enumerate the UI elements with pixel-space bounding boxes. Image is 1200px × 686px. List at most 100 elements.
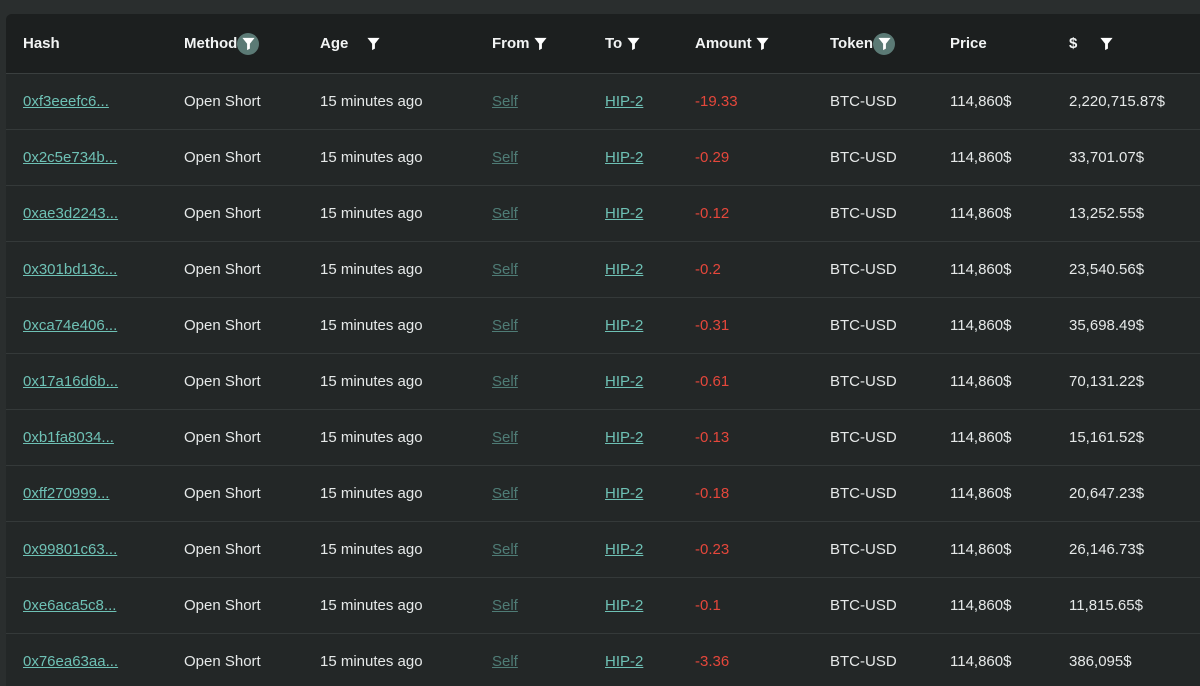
from-link[interactable]: Self	[492, 485, 518, 502]
to-link[interactable]: HIP-2	[605, 317, 643, 334]
price-cell: 114,860$	[950, 205, 1012, 222]
hash-column-cell: 0xae3d2243...	[23, 186, 118, 241]
age-filter-icon[interactable]	[362, 33, 384, 55]
from-link[interactable]: Self	[492, 597, 518, 614]
age-column-cell: 15 minutes ago	[320, 522, 423, 577]
from-link[interactable]: Self	[492, 429, 518, 446]
to-link[interactable]: HIP-2	[605, 261, 643, 278]
age-column-cell: 15 minutes ago	[320, 410, 423, 465]
to-column-cell: HIP-2	[605, 634, 643, 686]
usd-column-cell: 26,146.73$	[1069, 522, 1144, 577]
amount-cell: -0.13	[695, 429, 730, 446]
token-cell: BTC-USD	[830, 541, 897, 558]
from-link[interactable]: Self	[492, 541, 518, 558]
to-link[interactable]: HIP-2	[605, 541, 643, 558]
table-row[interactable]: 0xca74e406... Open Short 15 minutes ago Sel…	[6, 298, 1200, 354]
age-cell: 15 minutes ago	[320, 205, 423, 222]
token-cell: BTC-USD	[830, 149, 897, 166]
token-cell: BTC-USD	[830, 597, 897, 614]
method-cell: Open Short	[184, 261, 261, 278]
header-to: To	[605, 14, 644, 73]
usd-filter-icon[interactable]	[1095, 33, 1117, 55]
from-link[interactable]: Self	[492, 205, 518, 222]
amount-column-cell: -0.13	[695, 410, 729, 465]
table-row[interactable]: 0x17a16d6b... Open Short 15 minutes ago Sel…	[6, 354, 1200, 410]
from-link[interactable]: Self	[492, 149, 518, 166]
from-column-cell: Self	[492, 130, 518, 185]
from-link[interactable]: Self	[492, 653, 518, 670]
table-row[interactable]: 0xf3eeefc6... Open Short 15 minutes ago Sel…	[6, 74, 1200, 130]
usd-cell: 386,095$	[1069, 653, 1132, 670]
from-link[interactable]: Self	[492, 317, 518, 334]
hash-link[interactable]: 0xff270999...	[23, 485, 109, 502]
amount-column-cell: -0.1	[695, 578, 721, 633]
header-price-label: Price	[950, 35, 987, 52]
method-column-cell: Open Short	[184, 466, 261, 521]
transactions-table: Hash Method Age From To Amount Token Pri…	[6, 14, 1200, 686]
method-column-cell: Open Short	[184, 578, 261, 633]
to-link[interactable]: HIP-2	[605, 653, 643, 670]
price-column-cell: 114,860$	[950, 74, 1011, 129]
price-column-cell: 114,860$	[950, 522, 1011, 577]
table-row[interactable]: 0x99801c63... Open Short 15 minutes ago Sel…	[6, 522, 1200, 578]
token-cell: BTC-USD	[830, 485, 897, 502]
from-column-cell: Self	[492, 242, 518, 297]
to-filter-icon[interactable]	[622, 33, 644, 55]
from-column-cell: Self	[492, 522, 518, 577]
to-link[interactable]: HIP-2	[605, 93, 643, 110]
table-row[interactable]: 0xff270999... Open Short 15 minutes ago Sel…	[6, 466, 1200, 522]
token-filter-icon[interactable]	[873, 32, 896, 55]
to-link[interactable]: HIP-2	[605, 373, 643, 390]
hash-link[interactable]: 0xae3d2243...	[23, 205, 118, 222]
age-column-cell: 15 minutes ago	[320, 578, 423, 633]
amount-column-cell: -19.33	[695, 74, 738, 129]
header-usd-label: $	[1069, 35, 1078, 52]
header-token-label: Token	[830, 35, 874, 52]
hash-link[interactable]: 0x99801c63...	[23, 541, 117, 558]
hash-link[interactable]: 0xb1fa8034...	[23, 429, 114, 446]
table-row[interactable]: 0xae3d2243... Open Short 15 minutes ago Sel…	[6, 186, 1200, 242]
table-row[interactable]: 0x76ea63aa... Open Short 15 minutes ago Sel…	[6, 634, 1200, 686]
to-link[interactable]: HIP-2	[605, 429, 643, 446]
hash-link[interactable]: 0x76ea63aa...	[23, 653, 118, 670]
usd-column-cell: 386,095$	[1069, 634, 1132, 686]
usd-cell: 70,131.22$	[1069, 373, 1145, 390]
header-hash: Hash	[23, 14, 60, 73]
hash-link[interactable]: 0xca74e406...	[23, 317, 117, 334]
hash-link[interactable]: 0x17a16d6b...	[23, 373, 118, 390]
from-link[interactable]: Self	[492, 373, 518, 390]
to-link[interactable]: HIP-2	[605, 485, 643, 502]
method-cell: Open Short	[184, 485, 261, 502]
hash-column-cell: 0xf3eeefc6...	[23, 74, 109, 129]
hash-link[interactable]: 0x301bd13c...	[23, 261, 117, 278]
method-cell: Open Short	[184, 93, 261, 110]
to-column-cell: HIP-2	[605, 242, 643, 297]
hash-link[interactable]: 0xf3eeefc6...	[23, 93, 109, 110]
to-link[interactable]: HIP-2	[605, 149, 643, 166]
from-link[interactable]: Self	[492, 261, 518, 278]
to-link[interactable]: HIP-2	[605, 205, 643, 222]
table-row[interactable]: 0xe6aca5c8... Open Short 15 minutes ago Sel…	[6, 578, 1200, 634]
amount-filter-icon[interactable]	[752, 33, 774, 55]
header-method-label: Method	[184, 35, 238, 52]
price-column-cell: 114,860$	[950, 242, 1011, 297]
hash-link[interactable]: 0xe6aca5c8...	[23, 597, 116, 614]
from-link[interactable]: Self	[492, 93, 518, 110]
hash-link[interactable]: 0x2c5e734b...	[23, 149, 117, 166]
table-row[interactable]: 0xb1fa8034... Open Short 15 minutes ago Sel…	[6, 410, 1200, 466]
to-column-cell: HIP-2	[605, 578, 643, 633]
token-cell: BTC-USD	[830, 429, 897, 446]
price-column-cell: 114,860$	[950, 298, 1011, 353]
token-column-cell: BTC-USD	[830, 74, 897, 129]
usd-cell: 33,701.07$	[1069, 149, 1145, 166]
method-filter-icon[interactable]	[237, 32, 260, 55]
token-column-cell: BTC-USD	[830, 186, 897, 241]
from-filter-icon[interactable]	[530, 33, 552, 55]
to-link[interactable]: HIP-2	[605, 597, 643, 614]
table-row[interactable]: 0x2c5e734b... Open Short 15 minutes ago Sel…	[6, 130, 1200, 186]
header-age: Age	[320, 14, 384, 73]
table-row[interactable]: 0x301bd13c... Open Short 15 minutes ago Sel…	[6, 242, 1200, 298]
amount-cell: -3.36	[695, 653, 730, 670]
to-column-cell: HIP-2	[605, 186, 643, 241]
age-cell: 15 minutes ago	[320, 429, 423, 446]
